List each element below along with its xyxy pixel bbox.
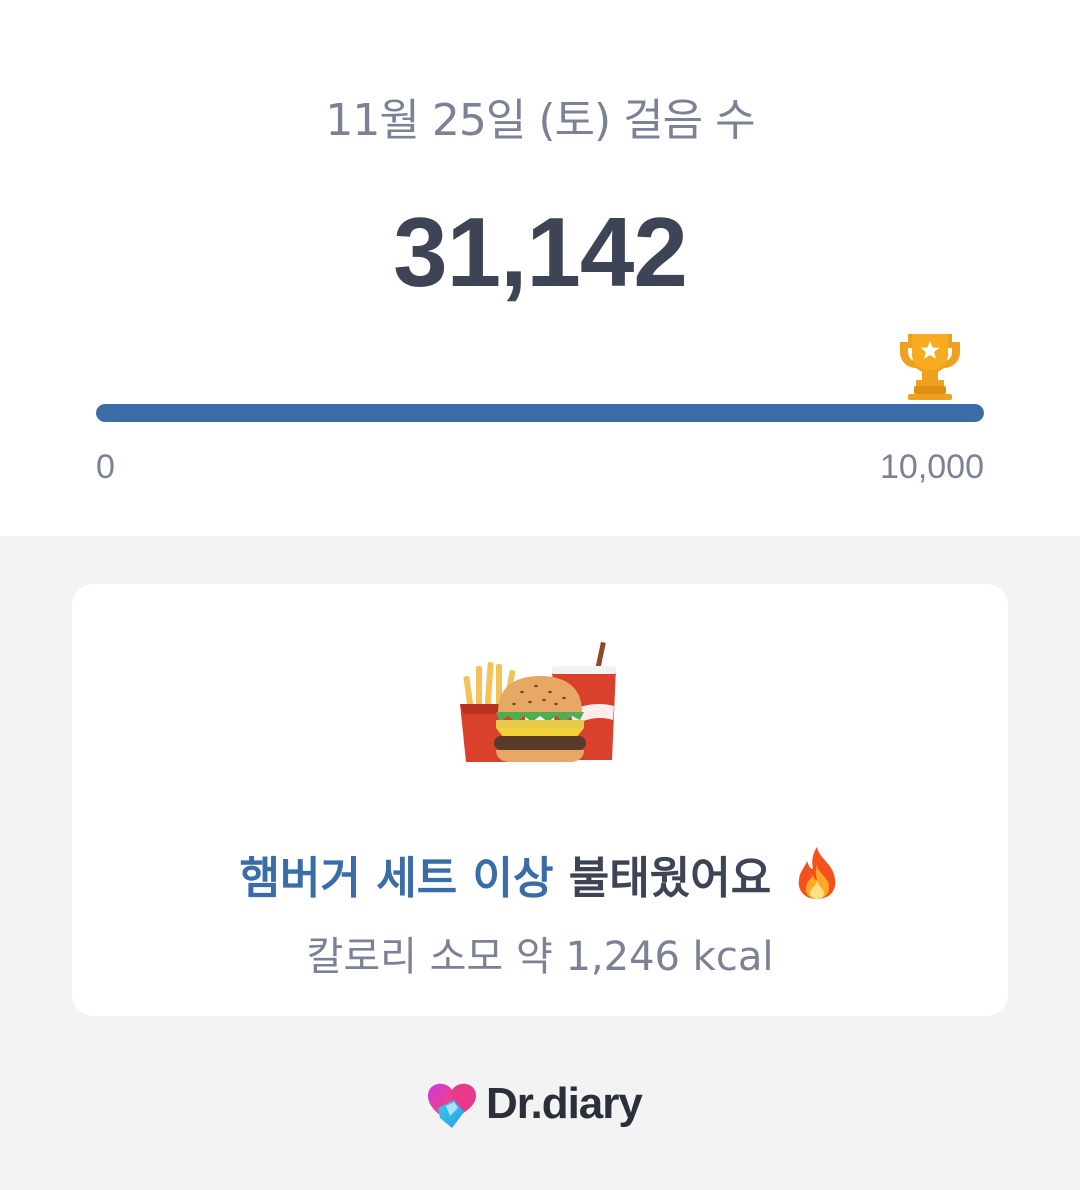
headline-rest: 불태웠어요: [568, 853, 772, 904]
calorie-headline: 햄버거 세트 이상 불태웠어요: [72, 842, 1008, 906]
progress-min-label: 0: [96, 448, 115, 486]
brand-name: Dr.diary: [486, 1079, 643, 1128]
hamburger-set-icon: [460, 642, 616, 762]
steps-summary-section: 11월 25일 (토) 걸음 수 31,142 0 10,000: [0, 0, 1080, 536]
date-title: 11월 25일 (토) 걸음 수: [325, 95, 755, 146]
brand-logo: Dr.diary: [424, 1074, 643, 1134]
progress-fill: [96, 404, 984, 422]
step-count: 31,142: [393, 197, 688, 307]
trophy-icon: [900, 334, 960, 400]
headline-highlight: 햄버거 세트 이상: [239, 853, 554, 904]
calorie-subtext: 칼로리 소모 약 1,246 kcal: [306, 934, 774, 980]
progress-track: [96, 404, 984, 422]
heart-logo-icon: [428, 1083, 476, 1128]
progress-max-label: 10,000: [880, 448, 984, 486]
fire-icon: [798, 847, 835, 899]
calorie-card: 햄버거 세트 이상 불태웠어요 칼로리 소모 약 1,246 kcal: [72, 584, 1008, 1016]
